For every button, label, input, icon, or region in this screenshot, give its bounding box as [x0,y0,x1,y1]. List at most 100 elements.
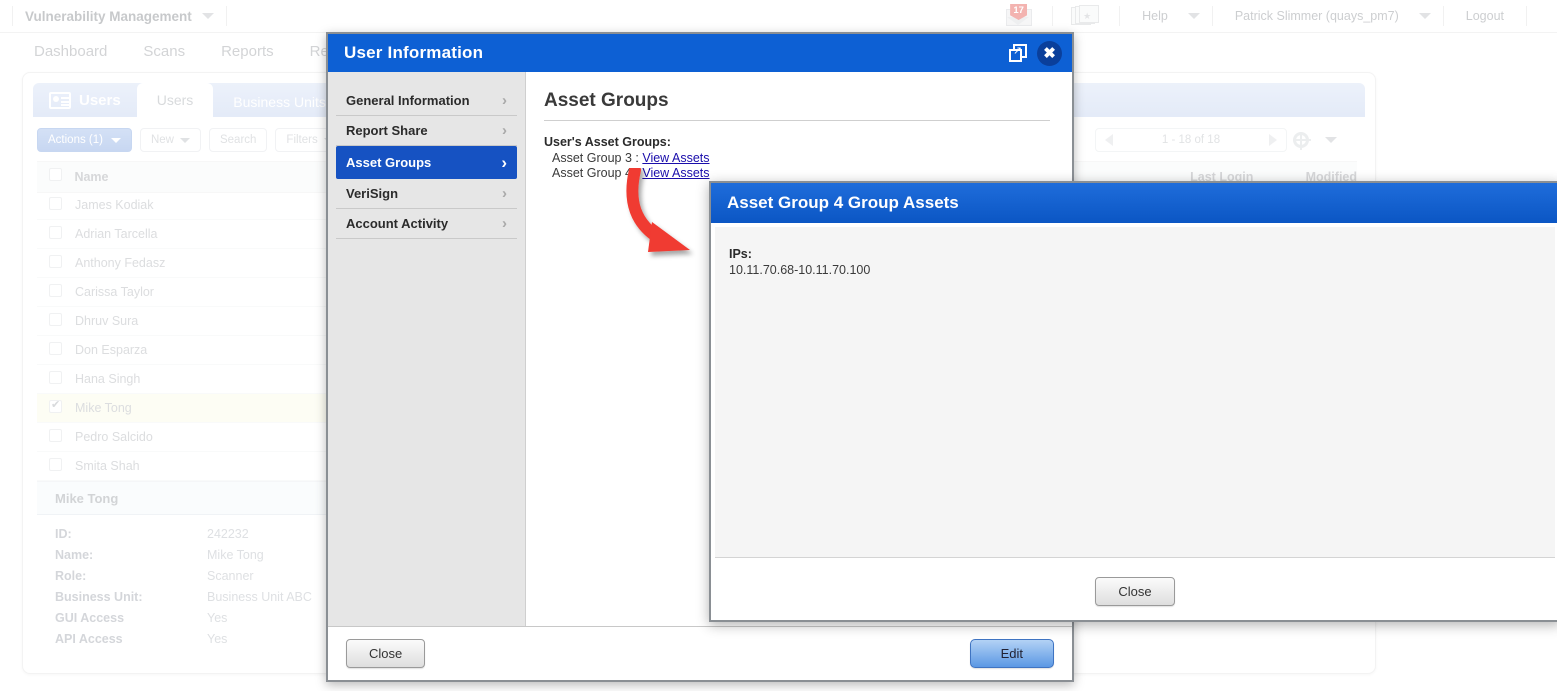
asset-group-close-button[interactable]: Close [1095,576,1175,606]
chevron-down-icon[interactable] [1187,13,1200,19]
divider [225,6,227,26]
popout-arrow-glyph: ↗ [1013,45,1023,57]
user-information-sidebar[interactable]: General Information › Report Share › Asset G… [328,72,526,626]
sidebar-item-account-activity[interactable]: Account Activity › [336,209,517,239]
detail-field-value: Scanner [207,569,254,583]
chevron-down-icon[interactable] [1325,137,1337,143]
global-topbar: Vulnerability Management 17 ★ Help Patri… [0,0,1557,33]
help-menu-label[interactable]: Help [1132,9,1178,23]
divider [12,6,13,26]
nav-tab-reports[interactable]: Reports [221,43,274,60]
logout-link[interactable]: Logout [1456,9,1514,23]
row-checkbox-cell [37,429,75,445]
sidebar-item-verisign[interactable]: VeriSign › [336,179,517,209]
select-all-checkbox-cell [37,168,74,186]
pagination-next-button[interactable] [1260,129,1286,151]
row-name-cell: Hana Singh [75,372,141,386]
view-assets-link[interactable]: View Assets [642,166,709,180]
search-button[interactable]: Search [208,128,268,152]
chevron-right-icon: › [502,215,507,232]
nav-tab-scans[interactable]: Scans [143,43,185,60]
row-name-cell: Don Esparza [75,343,148,357]
titlebar-controls: ↗ ✖ [1009,40,1062,66]
row-name-cell: Anthony Fedasz [75,256,166,270]
sidebar-item-general-information[interactable]: General Information › [336,86,517,116]
detail-field-key: Name: [55,548,94,562]
close-icon[interactable]: ✖ [1037,40,1062,66]
ips-label: IPs: [729,247,752,261]
detail-field-value: Mike Tong [207,548,264,562]
nav-tab-dashboard[interactable]: Dashboard [34,43,107,60]
row-checkbox-cell [37,313,75,329]
edit-button[interactable]: Edit [969,639,1054,668]
row-checkbox[interactable] [49,342,62,355]
row-name-cell: Smita Shah [75,459,140,473]
user-information-title: User Information [344,43,484,62]
row-checkbox[interactable] [49,226,62,239]
asset-group-row: Asset Group 3 : View Assets [544,151,1050,166]
divider [1526,6,1527,26]
divider [1211,6,1213,26]
detail-field-key: Business Unit: [55,590,143,604]
row-checkbox-cell [37,284,75,300]
row-checkbox[interactable] [49,197,62,210]
sidebar-item-report-share[interactable]: Report Share › [336,116,517,146]
actions-button[interactable]: Actions (1) [37,128,132,152]
ips-value: 10.11.70.68-10.11.70.100 [729,263,871,277]
row-checkbox[interactable] [49,284,62,297]
gear-icon[interactable] [1293,132,1311,150]
chevron-down-icon[interactable] [1418,13,1431,19]
detail-field-value: 242232 [207,527,249,541]
chevron-left-icon [1105,134,1113,146]
select-all-checkbox[interactable] [49,168,62,181]
detail-field-key: GUI Access [55,611,125,625]
topbar-right-group: 17 ★ Help Patrick Slimmer (quays_pm7) Lo… [1006,4,1557,27]
sidebar-item-label: VeriSign [346,186,399,201]
screen-root: Vulnerability Management 17 ★ Help Patri… [0,0,1557,691]
chevron-right-icon: › [502,122,507,139]
row-name-cell: Carissa Taylor [75,285,154,299]
cards-icon[interactable]: ★ [1071,5,1101,27]
section-title-users: Users [33,83,137,117]
detail-field-key: ID: [55,527,72,541]
pagination-prev-button[interactable] [1096,129,1122,151]
row-name-cell: James Kodiak [75,198,154,212]
popout-icon[interactable]: ↗ [1009,44,1027,62]
detail-field-value: Yes [207,632,228,646]
view-assets-link[interactable]: View Assets [642,151,709,165]
divider [1119,6,1121,26]
row-checkbox-cell [37,342,75,358]
sidebar-item-asset-groups[interactable]: Asset Groups › [336,146,517,179]
star-glyph: ★ [1083,11,1092,21]
row-checkbox[interactable] [49,313,62,326]
chevron-right-icon: › [501,152,507,172]
user-information-footer: Close Edit [328,626,1072,680]
asset-groups-list: Asset Group 3 : View Assets Asset Group 4… [544,151,1050,181]
chevron-right-icon [1269,134,1277,146]
content-title: Asset Groups [544,90,669,111]
user-information-titlebar: User Information ↗ ✖ [328,34,1072,72]
search-button-label: Search [219,134,257,146]
row-checkbox[interactable] [49,255,62,268]
tab-users[interactable]: Users [136,83,214,117]
row-checkbox-cell [37,458,75,474]
row-checkbox[interactable] [49,458,62,471]
row-checkbox[interactable] [49,398,62,413]
row-checkbox-cell [37,255,75,271]
row-checkbox[interactable] [49,371,62,384]
detail-field-key: API Access [55,632,123,646]
filters-button-label: Filters [286,134,318,146]
asset-group-titlebar: Asset Group 4 Group Assets [711,183,1557,223]
chevron-down-icon[interactable] [201,13,214,19]
row-checkbox[interactable] [49,429,62,442]
close-button[interactable]: Close [346,639,426,668]
user-menu-label[interactable]: Patrick Slimmer (quays_pm7) [1225,9,1409,23]
asset-group-body: IPs: 10.11.70.68-10.11.70.100 [715,227,1555,558]
new-button-label: New [150,134,174,146]
row-checkbox-cell [37,398,75,416]
title-divider [544,120,1050,121]
new-button[interactable]: New [139,128,201,152]
module-selector-label[interactable]: Vulnerability Management [25,9,192,24]
mail-icon[interactable]: 17 [1006,4,1033,26]
column-header-name[interactable]: Name [74,170,328,184]
